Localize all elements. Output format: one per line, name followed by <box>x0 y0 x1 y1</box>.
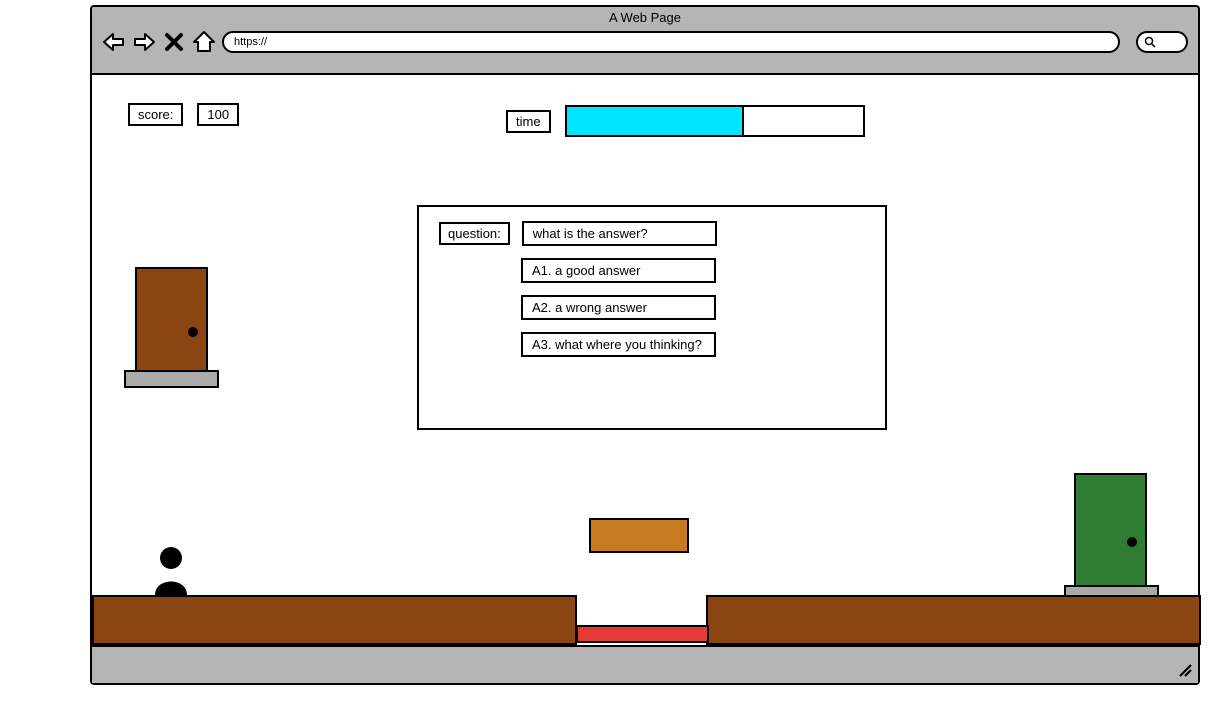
door-left[interactable] <box>135 267 208 372</box>
answer-option-3[interactable]: A3. what where you thinking? <box>521 332 716 357</box>
time-label: time <box>506 110 551 133</box>
answers-list: A1. a good answer A2. a wrong answer A3.… <box>521 258 865 357</box>
platform-left <box>92 595 577 645</box>
url-text: https:// <box>234 36 267 48</box>
door-knob-icon <box>188 327 198 337</box>
answer-option-1[interactable]: A1. a good answer <box>521 258 716 283</box>
game-viewport: score: 100 time question: what is the an… <box>92 73 1198 683</box>
question-label: question: <box>439 222 510 245</box>
time-bar-fill <box>567 107 745 135</box>
door-sill-left <box>124 370 219 388</box>
score-value: 100 <box>197 103 239 126</box>
score-display: score: 100 <box>128 103 239 126</box>
platform-right <box>706 595 1201 645</box>
home-icon[interactable] <box>192 30 216 54</box>
time-bar <box>565 105 865 137</box>
search-box[interactable] <box>1136 31 1188 53</box>
stop-icon[interactable] <box>162 30 186 54</box>
score-label: score: <box>128 103 183 126</box>
url-input[interactable]: https:// <box>222 31 1120 53</box>
hazard-pit <box>576 625 709 643</box>
crate <box>589 518 689 553</box>
forward-icon[interactable] <box>132 30 156 54</box>
back-icon[interactable] <box>102 30 126 54</box>
browser-toolbar: https:// <box>92 27 1198 64</box>
browser-title: A Web Page <box>92 7 1198 27</box>
browser-window: A Web Page https:// score: 100 time <box>90 5 1200 685</box>
door-knob-icon <box>1127 537 1137 547</box>
ground-bar <box>92 645 1198 683</box>
door-right[interactable] <box>1074 473 1147 587</box>
question-panel: question: what is the answer? A1. a good… <box>417 205 887 430</box>
question-text: what is the answer? <box>522 221 717 246</box>
player-icon <box>150 545 192 602</box>
search-icon <box>1144 36 1156 48</box>
time-display: time <box>506 105 865 137</box>
answer-option-2[interactable]: A2. a wrong answer <box>521 295 716 320</box>
resize-grip-icon[interactable] <box>1178 663 1192 677</box>
